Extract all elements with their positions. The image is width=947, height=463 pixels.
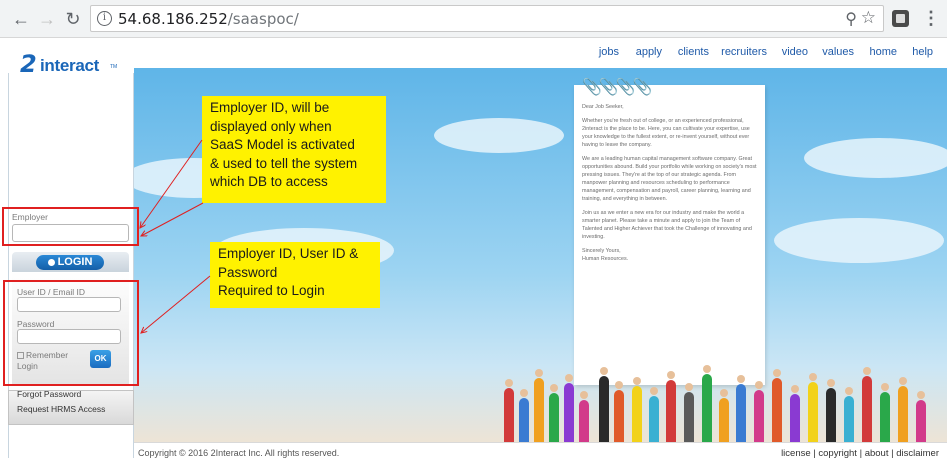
crowd-person xyxy=(808,373,818,442)
page: 2 interact TM jobs apply clients recruit… xyxy=(0,38,947,463)
crowd-person xyxy=(504,379,514,442)
crowd-person xyxy=(880,383,890,442)
browser-toolbar: ← → ↻ i 54.68.186.252/saaspoc/ ⚲ ☆ ⋮ xyxy=(0,0,947,38)
forward-icon[interactable]: → xyxy=(36,8,58,30)
footer-link-license[interactable]: license xyxy=(781,448,811,459)
callout-line: SaaS Model is activated xyxy=(210,137,355,152)
crowd-person xyxy=(916,391,926,442)
request-access-link[interactable]: Request HRMS Access xyxy=(17,404,105,414)
callout-line: Employer ID, User ID & xyxy=(218,246,359,261)
cloud xyxy=(804,138,947,178)
reload-icon[interactable]: ↻ xyxy=(62,8,84,30)
logo-tm: TM xyxy=(110,64,118,70)
footer-link-disclaimer[interactable]: disclaimer xyxy=(896,448,939,459)
crowd-person xyxy=(649,387,659,442)
crowd-person xyxy=(549,384,559,442)
footer-link-about[interactable]: about xyxy=(865,448,889,459)
crowd-person xyxy=(666,371,676,442)
crowd-person xyxy=(632,377,642,442)
letter-signoff: Sincerely Yours, xyxy=(582,248,621,254)
star-icon[interactable]: ☆ xyxy=(861,8,876,28)
footer-link-copyright[interactable]: copyright xyxy=(818,448,857,459)
crowd-person xyxy=(754,381,764,442)
letter-paragraph: We are a leading human capital managemen… xyxy=(582,156,757,202)
callout-line: Required to Login xyxy=(218,283,325,298)
annotation-box-credentials xyxy=(3,280,139,386)
crowd-person xyxy=(790,385,800,442)
callout-line: Password xyxy=(218,264,278,280)
annotation-callout-credentials: Employer ID, User ID & Password Required… xyxy=(210,242,380,308)
crowd-person xyxy=(772,369,782,442)
callout-line: displayed only when xyxy=(210,118,332,134)
crowd-person xyxy=(564,374,574,442)
copyright-text: Copyright © 2016 2Interact Inc. All righ… xyxy=(138,448,340,458)
crowd-person xyxy=(844,387,854,442)
url-text: 54.68.186.252/saaspoc/ xyxy=(118,10,299,28)
zoom-icon[interactable]: ⚲ xyxy=(845,9,857,29)
crowd-person xyxy=(826,379,836,442)
annotation-callout-employer: Employer ID, will be displayed only when… xyxy=(202,96,386,203)
forgot-password-link[interactable]: Forgot Password xyxy=(17,389,81,399)
crowd-person xyxy=(534,369,544,442)
letter-paragraph: Whether you're fresh out of college, or … xyxy=(582,118,750,148)
login-badge: LOGIN xyxy=(36,255,104,270)
crowd-person xyxy=(614,381,624,442)
callout-line: & used to tell the system xyxy=(210,155,358,171)
letter-paragraph: Join us as we enter a new era for our in… xyxy=(582,210,752,240)
nav-jobs[interactable]: jobs xyxy=(599,46,619,58)
crowd-person xyxy=(519,389,529,442)
nav-home[interactable]: home xyxy=(869,46,897,58)
crowd-person xyxy=(579,391,589,442)
nav-clients[interactable]: clients xyxy=(678,46,709,58)
menu-icon[interactable]: ⋮ xyxy=(922,7,940,29)
annotation-box-employer xyxy=(2,207,139,246)
callout-line: which DB to access xyxy=(210,174,328,189)
crowd-person xyxy=(719,389,729,442)
extension-icon[interactable] xyxy=(892,10,909,27)
cloud xyxy=(434,118,564,153)
crowd-illustration xyxy=(494,338,934,442)
info-icon[interactable]: i xyxy=(97,11,112,26)
paperclips-icon: 📎📎📎📎 xyxy=(582,79,653,96)
page-footer: Copyright © 2016 2Interact Inc. All righ… xyxy=(134,442,947,463)
callout-line: Employer ID, will be xyxy=(210,100,330,115)
crowd-person xyxy=(599,367,609,442)
letter-signature: Human Resources. xyxy=(582,256,629,262)
back-icon[interactable]: ← xyxy=(10,8,32,30)
address-bar[interactable]: i 54.68.186.252/saaspoc/ ⚲ ☆ xyxy=(90,5,884,32)
crowd-person xyxy=(702,365,712,442)
letter-greeting: Dear Job Seeker, xyxy=(582,104,624,110)
nav-help[interactable]: help xyxy=(912,46,933,58)
crowd-person xyxy=(736,375,746,442)
crowd-person xyxy=(898,377,908,442)
nav-apply[interactable]: apply xyxy=(636,46,662,58)
user-icon xyxy=(47,258,55,266)
nav-recruiters[interactable]: recruiters xyxy=(721,46,767,58)
crowd-person xyxy=(862,367,872,442)
nav-video[interactable]: video xyxy=(782,46,808,58)
cloud xyxy=(774,218,944,263)
login-header: LOGIN xyxy=(12,252,129,272)
crowd-person xyxy=(684,383,694,442)
nav-values[interactable]: values xyxy=(822,46,854,58)
